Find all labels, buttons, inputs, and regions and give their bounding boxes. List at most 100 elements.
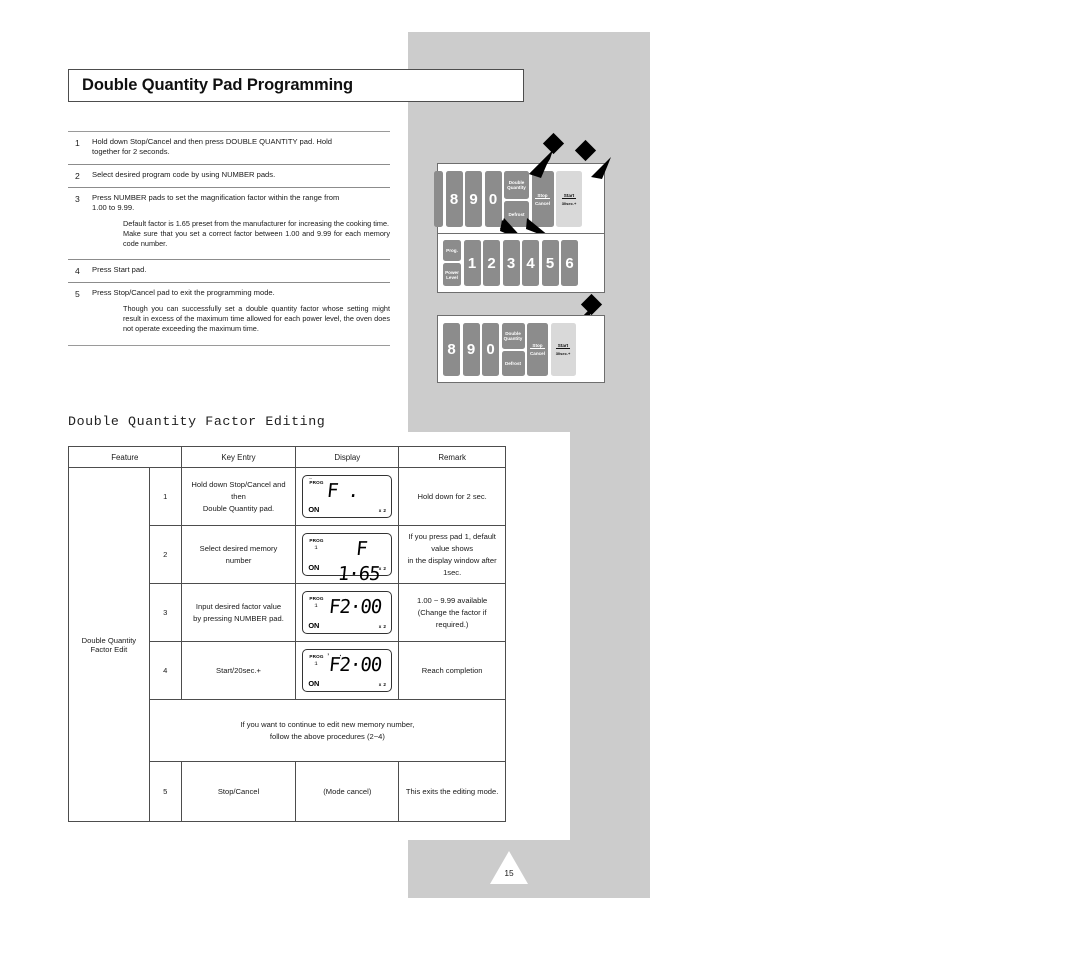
x2-indicator: x 2: [378, 566, 387, 571]
step-text-line: Press NUMBER pads to set the magnificati…: [92, 192, 340, 202]
number-key-8[interactable]: 8: [443, 323, 460, 376]
page-number: 15: [504, 868, 514, 878]
lcd-display: PROG 1 ’ ․ F2·00 ON x 2: [302, 649, 393, 692]
level-label: Level: [446, 274, 458, 280]
step-item: 4 Press Start pad.: [68, 260, 390, 282]
step-number: 5: [75, 289, 80, 300]
lcd-display: PROG 1 F 1·65 ON x 2: [302, 533, 393, 585]
start-label: Start: [555, 343, 571, 349]
prog-key[interactable]: Prog.: [443, 240, 461, 261]
number-key-2[interactable]: 2: [483, 240, 500, 286]
table-row: Double Quantity Factor Edit 1 Hold down …: [68, 467, 506, 822]
prog-power-stack: Prog. Power Level: [443, 240, 461, 286]
remark-cell: Reach completion: [398, 641, 506, 700]
number-key-3[interactable]: 3: [502, 240, 520, 286]
keypad-row: 8 9 0 Double Quantity Defrost Stop Cance…: [443, 323, 578, 376]
memory-number-indicator: 1: [314, 544, 318, 551]
remark-line: (Change the factor if required.): [417, 607, 487, 629]
double-quantity-defrost-stack: Double Quantity Defrost: [501, 323, 525, 376]
step-body: Press NUMBER pads to set the magnificati…: [92, 193, 390, 249]
remark-cell: 1.00 ~ 9.99 available (Change the factor…: [398, 583, 506, 642]
on-indicator: ON: [308, 679, 320, 688]
power-level-key[interactable]: Power Level: [443, 263, 461, 286]
key-entry-line: Hold down Stop/Cancel and then: [191, 479, 286, 501]
start-key[interactable]: Start 30sec.+: [550, 323, 576, 376]
cancel-label: Cancel: [534, 200, 551, 206]
on-indicator: ON: [308, 621, 320, 630]
number-key-6[interactable]: 6: [561, 240, 578, 286]
note-line: If you want to continue to edit new memo…: [240, 719, 415, 729]
step-number: 3: [75, 193, 80, 204]
prog-indicator: PROG: [309, 654, 324, 659]
number-key-0[interactable]: 0: [482, 323, 499, 376]
display-cell: PROG 1 F 1·65 ON x 2: [295, 525, 400, 585]
step-body: Hold down Stop/Cancel and then press DOU…: [92, 137, 390, 158]
stop-cancel-key[interactable]: Stop Cancel: [527, 323, 548, 376]
control-panel-diagram-bottom: 8 9 0 Double Quantity Defrost Stop Cance…: [437, 315, 605, 383]
on-indicator: ON: [308, 505, 320, 514]
number-key-4[interactable]: 4: [522, 240, 539, 286]
step-body: Press Start pad.: [92, 265, 390, 276]
step-note: Default factor is 1.65 preset from the m…: [123, 218, 390, 228]
double-quantity-label-line2: Quantity: [503, 336, 523, 341]
lcd-digits: F2·00: [328, 596, 383, 618]
start-key[interactable]: Start 30sec.+: [556, 171, 582, 227]
defrost-key[interactable]: Defrost: [501, 351, 525, 376]
remark-cell: If you press pad 1, default value shows …: [398, 525, 506, 584]
prog-indicator: PROG: [309, 538, 324, 543]
remark-line: Reach completion: [421, 666, 483, 675]
column-header-key-entry: Key Entry: [180, 446, 297, 468]
step-text-line: 1.00 to 9.99.: [92, 203, 135, 213]
lcd-display: ․․․ PROG F . ON x 2: [302, 475, 393, 518]
step-item: 1 Hold down Stop/Cancel and then press D…: [68, 132, 390, 164]
remark-line: 1.00 ~ 9.99 available: [416, 595, 488, 605]
note-line: follow the above procedures (2~4): [269, 731, 385, 741]
number-key-9[interactable]: 9: [465, 171, 482, 227]
number-key-8[interactable]: 8: [445, 171, 463, 227]
step-number: 4: [75, 266, 80, 277]
feature-label-line1: Double Quantity: [81, 635, 137, 645]
row-index: 4: [148, 641, 182, 700]
memory-number-indicator: 1: [314, 660, 318, 667]
factor-editing-table: Feature Key Entry Display Remark Double …: [68, 446, 507, 822]
page-title-box: Double Quantity Pad Programming: [68, 69, 524, 102]
page-title: Double Quantity Pad Programming: [82, 76, 354, 94]
key-entry-line: by pressing NUMBER pad.: [193, 613, 284, 623]
step-number: 1: [75, 138, 80, 148]
double-quantity-key[interactable]: Double Quantity: [501, 323, 525, 349]
step-note: Make sure that you set a correct factor …: [123, 228, 390, 249]
feature-label-line2: Factor Edit: [90, 644, 128, 654]
remark-line: Hold down for 2 sec.: [417, 492, 487, 501]
lcd-digits: F2·00: [328, 654, 383, 676]
x2-indicator: x 2: [378, 624, 387, 629]
key-entry-cell: Input desired factor value by pressing N…: [180, 583, 297, 642]
key-entry-cell: Stop/Cancel: [180, 761, 297, 822]
x2-indicator: x 2: [378, 508, 387, 513]
step-text-line: Select desired program code by using NUM…: [92, 169, 276, 179]
key-entry-cell: Select desired memory number: [180, 525, 297, 584]
row-index: 2: [148, 525, 182, 584]
number-key-1[interactable]: 1: [463, 240, 481, 286]
remark-line: in the display window after 1sec.: [407, 555, 497, 577]
cancel-label: Cancel: [529, 351, 546, 356]
number-key[interactable]: [434, 171, 443, 227]
control-panel-diagram-middle: Prog. Power Level 1 2 3 4 5 6: [437, 233, 605, 293]
arrow-pointer-icon: [591, 157, 611, 179]
start-sub-label: 30sec.+: [561, 200, 577, 206]
section-title: Double Quantity Factor Editing: [68, 414, 326, 429]
remark-cell: Hold down for 2 sec.: [398, 467, 506, 526]
display-cell: (Mode cancel): [295, 761, 400, 822]
step-text-line: together for 2 seconds.: [92, 147, 170, 157]
number-key-9[interactable]: 9: [462, 323, 480, 376]
power-label: Power: [445, 269, 459, 275]
step-text-line: Hold down Stop/Cancel and then press DOU…: [92, 137, 333, 146]
key-entry-line: Input desired factor value: [195, 601, 282, 611]
step-divider: [68, 345, 390, 347]
number-key-5[interactable]: 5: [541, 240, 559, 286]
key-entry-line: number: [225, 555, 252, 565]
key-entry-line: Start/20sec.+: [216, 666, 261, 675]
on-indicator: ON: [308, 563, 320, 572]
step-body: Select desired program code by using NUM…: [92, 170, 390, 181]
memory-number-indicator: 1: [314, 602, 318, 609]
step-text-line: Press Start pad.: [92, 265, 147, 275]
